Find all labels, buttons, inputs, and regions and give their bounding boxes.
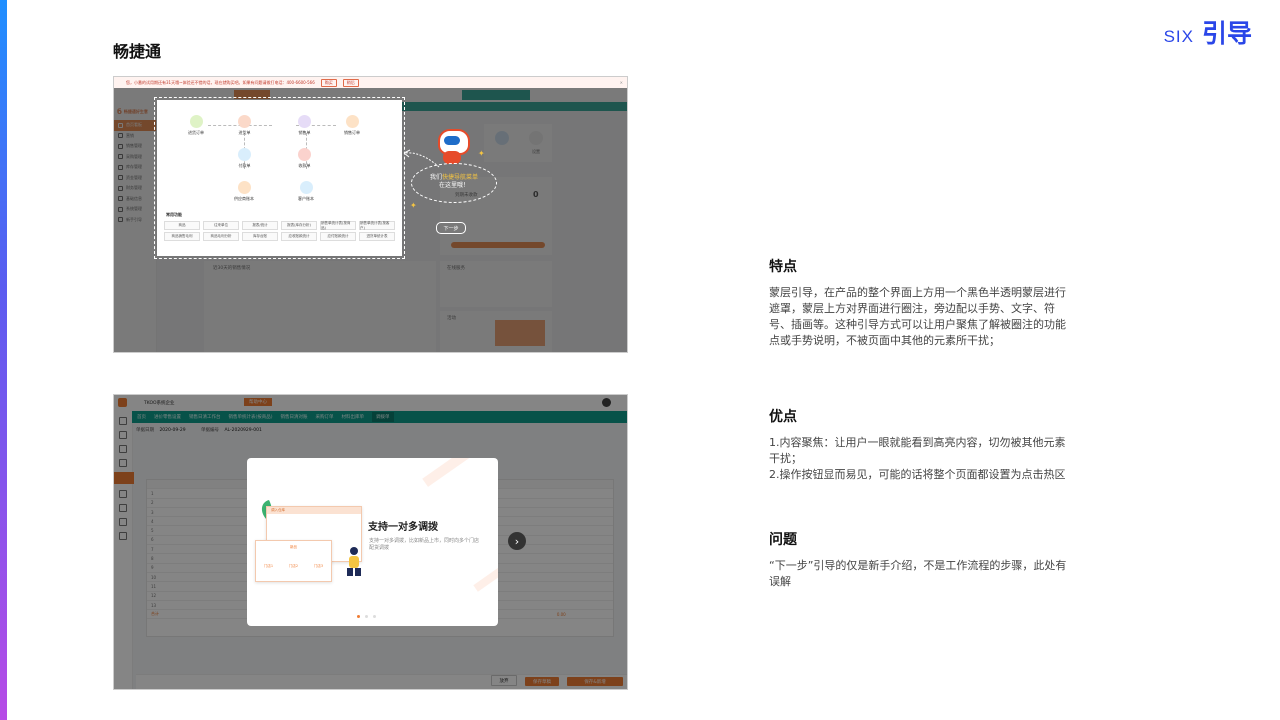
quick-btn[interactable]: 应付账款统计: [320, 232, 356, 241]
pros-item-2: 2.操作按钮显而易见，可能的话将整个页面都设置为点击热区: [769, 468, 1066, 481]
sales-order-icon: [345, 115, 359, 128]
sparkle-icon: ✦: [478, 149, 485, 158]
issues-heading: 问题: [769, 532, 797, 548]
quick-btn[interactable]: 应收账款统计: [281, 232, 317, 241]
feature-intro-modal: 调入仓库 新品 门店1 门店2 门店3 支持一对多调拨 支持一对多调拨，比如新品…: [247, 458, 498, 626]
modal-title: 支持一对多调拨: [368, 522, 438, 533]
highlighted-quick-nav: 进货订单 进货单 销售单 销售订单 付款单 收款单 供应商账本 客户账本 常用功…: [154, 97, 405, 259]
quick-btn[interactable]: 商品: [164, 221, 200, 230]
quick-btn[interactable]: 商品毛利分析: [203, 232, 239, 241]
quick-btn[interactable]: 往来单位: [203, 221, 239, 230]
guide-speech-bubble: 我们快捷导航菜单 在这里哦！: [411, 163, 497, 203]
quick-btn[interactable]: 库存台账: [242, 232, 278, 241]
flow-node-supplier-ledger[interactable]: 供应商账本: [234, 181, 254, 202]
flow-node-payment[interactable]: 付款单: [238, 148, 251, 169]
quick-btn[interactable]: 报表(库存分析): [281, 221, 317, 230]
modal-description: 支持一对多调拨，比如新品上市，同时向多个门店配货调拨: [369, 538, 480, 551]
flow-node-receipt[interactable]: 收款单: [298, 148, 311, 169]
left-accent-bar: [0, 0, 7, 720]
chevron-right-icon: ›: [514, 534, 520, 548]
features-body: 蒙层引导，在产品的整个界面上方用一个黑色半透明蒙层进行遮罩，蒙层上方对界面进行圈…: [769, 286, 1066, 347]
illustration-card-stores: 新品 门店1 门店2 门店3: [255, 540, 332, 582]
payment-icon: [238, 148, 251, 161]
close-icon[interactable]: ✕: [620, 80, 623, 85]
slide-title: 引导: [1201, 19, 1252, 48]
quick-btn[interactable]: 商品销售毛利: [164, 232, 200, 241]
flow-node-purchase-order[interactable]: 进货订单: [188, 115, 204, 136]
person-illustration: [347, 547, 361, 576]
alert-buy-button[interactable]: 购买: [320, 78, 337, 87]
flow-node-purchase[interactable]: 进货单: [238, 115, 251, 136]
carousel-dots[interactable]: [357, 615, 376, 618]
screenshot-mask-guide: 您，小番的试用期还有31天哦~体验还不错的话，现在就购买吧。如果有问题请拨打电话…: [113, 76, 628, 353]
quick-btn[interactable]: 报表/统计: [242, 221, 278, 230]
screenshot-modal-guide: TKOO系统企业 帮助中心 首页 进价零售设置 销售日清工作台 销售单统计表(按…: [113, 394, 628, 690]
purchase-icon: [238, 115, 251, 128]
supplier-ledger-icon: [237, 181, 251, 194]
brand-title: 畅捷通: [113, 42, 162, 61]
next-arrow-button[interactable]: ›: [508, 532, 526, 550]
slide-tag: SIX 引导: [1164, 14, 1252, 50]
sparkle-icon: ✦: [410, 201, 417, 210]
flow-node-customer-ledger[interactable]: 客户账本: [298, 181, 314, 202]
issues-body: “下一步”引导的仅是新手介绍，不是工作流程的步骤，此处有误解: [769, 559, 1067, 588]
quick-functions-label: 常用功能: [166, 212, 182, 217]
pros-item-1: 1.内容聚焦：让用户一眼就能看到高亮内容，切勿被其他元素干扰；: [769, 436, 1066, 465]
flow-node-sales-order[interactable]: 销售订单: [344, 115, 360, 136]
sales-icon: [298, 115, 311, 128]
customer-ledger-icon: [299, 181, 313, 194]
slide-number: SIX: [1163, 27, 1194, 46]
flow-node-sales[interactable]: 销售单: [298, 115, 311, 136]
pros-heading: 优点: [769, 409, 797, 425]
receipt-icon: [298, 148, 311, 161]
trial-alert-text: 您，小番的试用期还有31天哦~体验还不错的话，现在就购买吧。如果有问题请拨打电话…: [126, 79, 315, 85]
features-heading: 特点: [769, 259, 797, 275]
quick-btn[interactable]: 销售单统计表(按商品): [320, 221, 356, 230]
quick-btn[interactable]: 进货单统计表: [359, 232, 395, 241]
purchase-order-icon: [189, 115, 203, 128]
quick-btn[interactable]: 销售单统计表(按客户): [359, 221, 395, 230]
alert-later-button[interactable]: 稍后: [342, 78, 359, 87]
next-step-button[interactable]: 下一步: [436, 222, 466, 234]
